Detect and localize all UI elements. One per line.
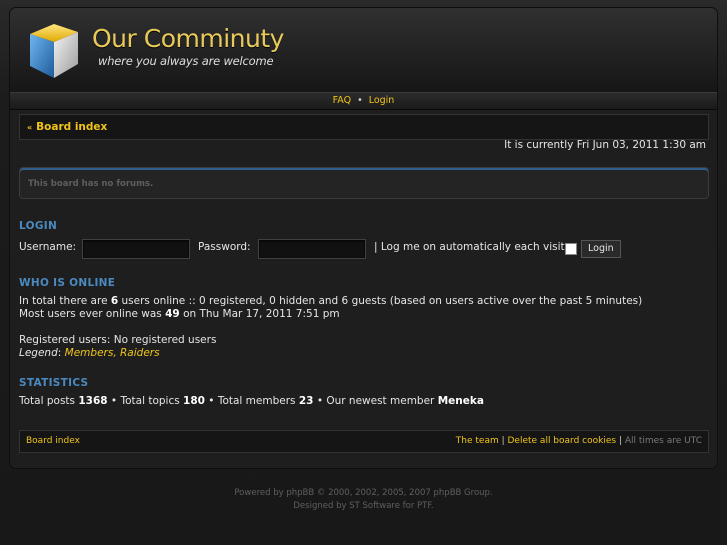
- online-total-prefix: In total there are: [19, 295, 111, 307]
- breadcrumb-board-index[interactable]: Board index: [36, 121, 107, 133]
- footer-board-index-link[interactable]: Board index: [26, 431, 80, 452]
- username-input[interactable]: [82, 239, 190, 259]
- online-total-line: In total there are 6 users online :: 0 r…: [19, 295, 642, 307]
- login-link[interactable]: Login: [369, 95, 395, 106]
- site-tagline: where you always are welcome: [98, 54, 274, 68]
- newest-member-label: • Our newest member: [313, 395, 438, 407]
- powered-by-text: Powered by phpBB © 2000, 2002, 2005, 200…: [234, 488, 493, 498]
- statistics-heading: STATISTICS: [19, 377, 89, 389]
- footer-sep-2: |: [616, 436, 625, 446]
- site-title[interactable]: Our Comminuty: [92, 24, 284, 53]
- password-input[interactable]: [258, 239, 366, 259]
- autologin-checkbox[interactable]: [565, 243, 577, 255]
- legend-members-link[interactable]: Members: [65, 347, 114, 359]
- legend-line: Legend: Members, Raiders: [19, 347, 160, 359]
- current-time: It is currently Fri Jun 03, 2011 1:30 am: [504, 139, 706, 151]
- login-heading: LOGIN: [19, 220, 58, 232]
- topics-label: • Total topics: [107, 395, 184, 407]
- nav-separator: •: [357, 95, 363, 106]
- no-forums-message: This board has no forums.: [28, 179, 154, 189]
- footer-sep-1: |: [498, 436, 508, 446]
- topics-count: 180: [183, 395, 205, 407]
- members-label: • Total members: [204, 395, 299, 407]
- login-button[interactable]: Login: [581, 240, 621, 258]
- members-count: 23: [298, 395, 314, 407]
- page-wrapper: Our Comminuty where you always are welco…: [10, 8, 717, 468]
- online-record-count: 49: [165, 308, 180, 320]
- home-arrow-icon: «: [27, 123, 33, 132]
- autologin-label: | Log me on automatically each visit: [374, 241, 565, 253]
- newest-member-link[interactable]: Meneka: [438, 395, 484, 407]
- online-record-line: Most users ever online was 49 on Thu Mar…: [19, 308, 340, 320]
- breadcrumb: «Board index: [19, 114, 709, 140]
- registered-users-line: Registered users: No registered users: [19, 334, 217, 346]
- online-total-suffix: users online :: 0 registered, 0 hidden a…: [118, 295, 643, 307]
- legend-raiders-link[interactable]: Raiders: [120, 347, 160, 359]
- site-header: Our Comminuty where you always are welco…: [10, 8, 717, 92]
- designed-by-text: Designed by ST Software for PTF.: [293, 501, 434, 511]
- posts-count: 1368: [78, 395, 108, 407]
- online-record-suffix: on Thu Mar 17, 2011 7:51 pm: [179, 308, 340, 320]
- faq-link[interactable]: FAQ: [333, 95, 351, 106]
- delete-cookies-link[interactable]: Delete all board cookies: [508, 436, 617, 446]
- posts-label: Total posts: [19, 395, 79, 407]
- footer-links: The team | Delete all board cookies | Al…: [456, 431, 702, 452]
- forum-list-panel: This board has no forums.: [19, 167, 709, 199]
- legend-comma: ,: [113, 347, 121, 359]
- logo-cube-icon[interactable]: [24, 20, 82, 82]
- legend-label: Legend: [19, 347, 58, 359]
- who-is-online-heading: WHO IS ONLINE: [19, 277, 116, 289]
- username-label: Username:: [19, 241, 77, 253]
- password-label: Password:: [198, 241, 251, 253]
- online-record-prefix: Most users ever online was: [19, 308, 166, 320]
- top-navbar: FAQ • Login: [10, 92, 717, 110]
- legend-separator: :: [57, 347, 65, 359]
- timezone-text: All times are UTC: [624, 436, 702, 446]
- footer-navbar: Board index The team | Delete all board …: [19, 430, 709, 453]
- team-link[interactable]: The team: [456, 436, 499, 446]
- statistics-line: Total posts 1368 • Total topics 180 • To…: [19, 395, 484, 407]
